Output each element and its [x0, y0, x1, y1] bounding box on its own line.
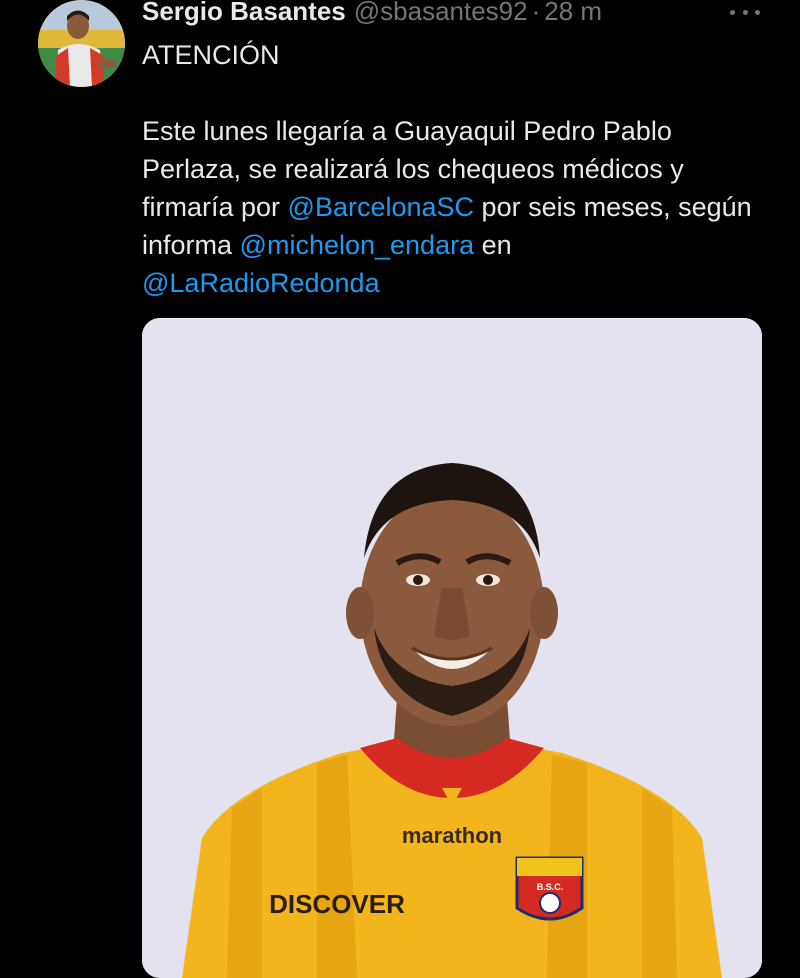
shirt-sponsor-marathon: marathon	[402, 823, 502, 848]
shirt-sponsor-discover: DISCOVER	[269, 889, 405, 919]
tweet-media-photo[interactable]: B.S.C. marathon DISCOVER	[142, 318, 762, 978]
tweet-timestamp[interactable]: 28 m	[544, 0, 602, 27]
tweet-line-attention: ATENCIÓN	[142, 40, 280, 70]
mention-michelon-endara[interactable]: @michelon_endara	[240, 230, 475, 260]
tweet[interactable]: Sergio Basantes @sbasantes92 · 28 m ATEN…	[0, 0, 800, 978]
more-options-icon[interactable]	[730, 2, 760, 22]
author-handle[interactable]: @sbasantes92	[354, 0, 528, 27]
tweet-text: ATENCIÓN Este lunes llegaría a Guayaquil…	[142, 36, 752, 302]
tweet-body-text: en	[474, 230, 512, 260]
author-display-name[interactable]: Sergio Basantes	[142, 0, 346, 27]
more-dot	[730, 9, 735, 15]
tweet-body-paragraph: Este lunes llegaría a Guayaquil Pedro Pa…	[142, 112, 752, 302]
tweet-header: Sergio Basantes @sbasantes92 · 28 m	[142, 0, 602, 30]
crest-text: B.S.C.	[537, 882, 564, 892]
more-dot	[742, 9, 748, 15]
mention-laradioredonda[interactable]: @LaRadioRedonda	[142, 268, 380, 298]
header-separator: ·	[531, 0, 541, 26]
more-dot	[755, 9, 760, 15]
mention-barcelonasc[interactable]: @BarcelonaSC	[288, 192, 475, 222]
author-avatar[interactable]	[38, 0, 125, 87]
